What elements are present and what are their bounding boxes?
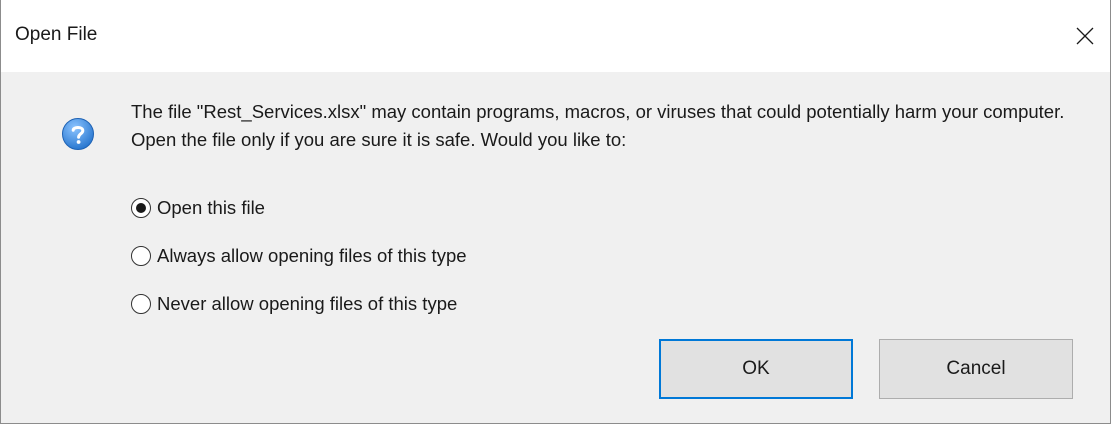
option-always-allow[interactable]: Always allow opening files of this type (131, 232, 467, 280)
radio-button[interactable] (131, 294, 151, 314)
option-never-allow[interactable]: Never allow opening files of this type (131, 280, 467, 328)
radio-dot (136, 203, 146, 213)
open-file-dialog: Open File The file "Rest_Services.xlsx" … (0, 0, 1111, 424)
cancel-button[interactable]: Cancel (879, 339, 1073, 399)
option-label: Never allow opening files of this type (157, 293, 458, 314)
option-label: Always allow opening files of this type (157, 245, 467, 266)
dialog-title: Open File (15, 24, 98, 45)
ok-button[interactable]: OK (659, 339, 853, 399)
title-bar: Open File (1, 0, 1110, 72)
close-button[interactable] (1060, 0, 1110, 72)
radio-button-checked[interactable] (131, 198, 151, 218)
open-options-radio-group: Open this file Always allow opening file… (131, 184, 467, 328)
warning-message: The file "Rest_Services.xlsx" may contai… (131, 101, 1065, 150)
close-icon (1076, 27, 1094, 45)
option-open-this-file[interactable]: Open this file (131, 184, 467, 232)
radio-button[interactable] (131, 246, 151, 266)
option-label: Open this file (157, 197, 265, 218)
dialog-body: The file "Rest_Services.xlsx" may contai… (1, 72, 1110, 423)
question-icon (62, 118, 94, 150)
